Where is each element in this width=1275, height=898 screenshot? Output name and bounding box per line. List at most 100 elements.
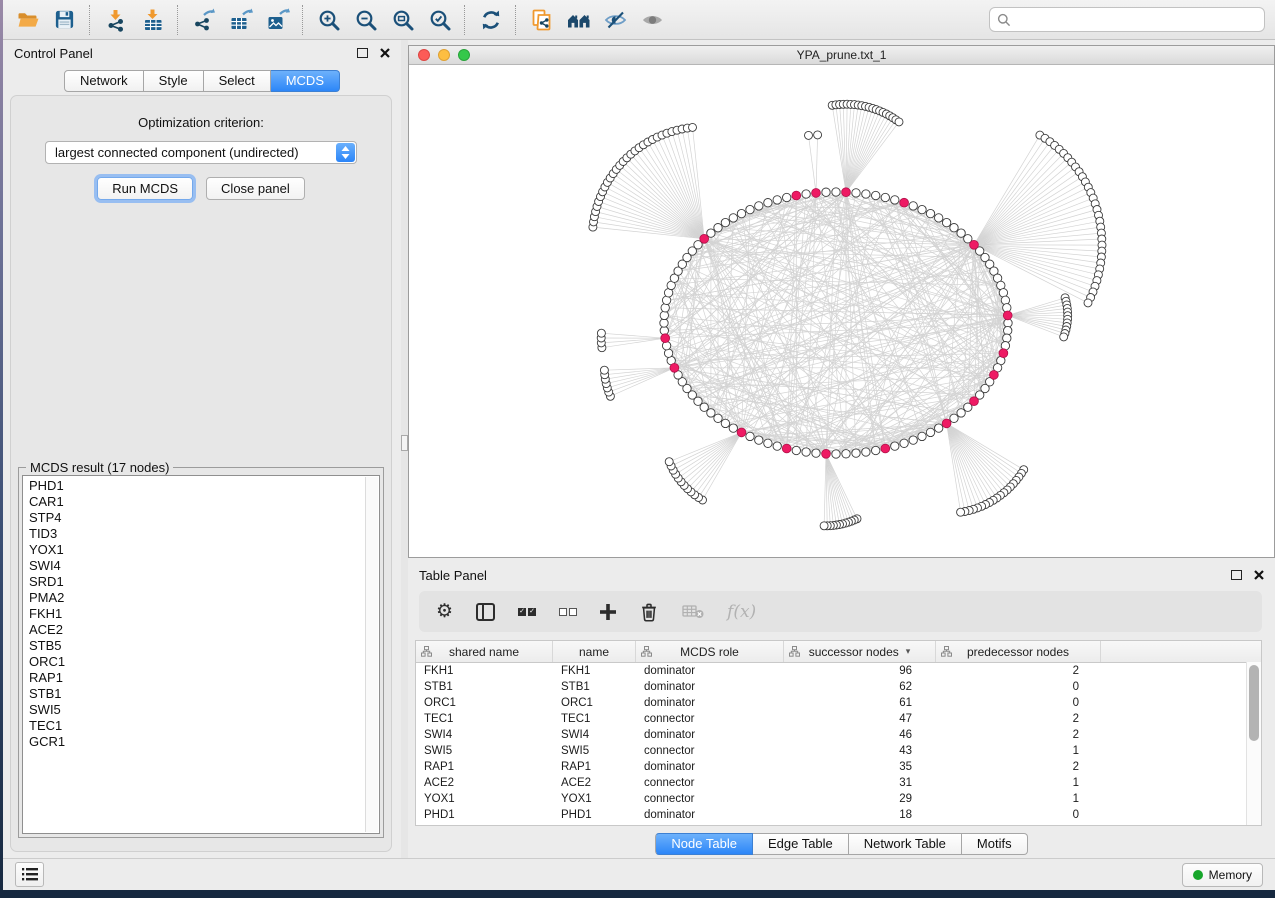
table-row[interactable]: PHD1PHD1dominator180: [416, 807, 1261, 823]
minimize-window-icon[interactable]: [438, 49, 450, 61]
network-node[interactable]: [862, 190, 870, 198]
mcds-node-item[interactable]: RAP1: [29, 670, 379, 686]
mcds-node[interactable]: [970, 240, 979, 249]
toggle-panel-icon[interactable]: [476, 603, 495, 621]
mcds-node-item[interactable]: YOX1: [29, 542, 379, 558]
mcds-node-item[interactable]: TEC1: [29, 718, 379, 734]
network-node[interactable]: [832, 188, 840, 196]
mcds-node-item[interactable]: CAR1: [29, 494, 379, 510]
column-header-successor-nodes[interactable]: successor nodes▾: [784, 641, 936, 662]
create-column-icon[interactable]: [600, 604, 616, 620]
network-node[interactable]: [729, 424, 737, 432]
network-node[interactable]: [918, 205, 926, 213]
save-session-icon[interactable]: [46, 3, 83, 37]
tab-network-table[interactable]: Network Table: [849, 833, 962, 855]
import-network-icon[interactable]: [97, 3, 134, 37]
table-scrollbar[interactable]: [1246, 662, 1261, 825]
tab-mcds[interactable]: MCDS: [271, 70, 340, 92]
mcds-node-item[interactable]: ORC1: [29, 654, 379, 670]
mcds-node-item[interactable]: PMA2: [29, 590, 379, 606]
mcds-node[interactable]: [900, 198, 909, 207]
column-header-MCDS-role[interactable]: MCDS role: [636, 641, 784, 662]
mcds-node[interactable]: [999, 349, 1008, 358]
automation-panel-button[interactable]: [15, 862, 44, 887]
network-node[interactable]: [1003, 334, 1011, 342]
mcds-node[interactable]: [700, 234, 709, 243]
zoom-in-icon[interactable]: [310, 3, 347, 37]
network-node[interactable]: [773, 442, 781, 450]
new-network-from-selection-icon[interactable]: [523, 3, 560, 37]
network-node[interactable]: [812, 449, 820, 457]
network-leaf-node[interactable]: [820, 522, 828, 530]
tab-motifs[interactable]: Motifs: [962, 833, 1028, 855]
network-node[interactable]: [1004, 326, 1012, 334]
first-neighbors-icon[interactable]: [560, 3, 597, 37]
mcds-result-list[interactable]: PHD1CAR1STP4TID3YOX1SWI4SRD1PMA2FKH1ACE2…: [22, 475, 380, 834]
export-table-icon[interactable]: [222, 3, 259, 37]
mcds-node-item[interactable]: STB5: [29, 638, 379, 654]
table-row[interactable]: SWI5SWI5connector431: [416, 743, 1261, 759]
close-panel-icon[interactable]: [1254, 570, 1264, 580]
table-row[interactable]: YOX1YOX1connector291: [416, 791, 1261, 807]
delete-table-icon[interactable]: [682, 604, 704, 620]
delete-columns-icon[interactable]: [639, 601, 659, 623]
network-node[interactable]: [852, 189, 860, 197]
close-window-icon[interactable]: [418, 49, 430, 61]
network-node[interactable]: [909, 202, 917, 210]
network-canvas[interactable]: [409, 65, 1274, 558]
show-all-icon[interactable]: [634, 3, 671, 37]
network-leaf-node[interactable]: [814, 131, 822, 139]
mcds-node-item[interactable]: SWI5: [29, 702, 379, 718]
mcds-node[interactable]: [782, 444, 791, 453]
search-input[interactable]: [1016, 12, 1257, 28]
network-node[interactable]: [832, 450, 840, 458]
mcds-node[interactable]: [942, 419, 951, 428]
network-node[interactable]: [664, 349, 672, 357]
network-node[interactable]: [802, 448, 810, 456]
network-leaf-node[interactable]: [600, 366, 608, 374]
tab-select[interactable]: Select: [204, 70, 271, 92]
mcds-node[interactable]: [737, 428, 746, 437]
float-panel-icon[interactable]: [357, 48, 368, 58]
column-header-predecessor-nodes[interactable]: predecessor nodes: [936, 641, 1101, 662]
hide-all-columns-icon[interactable]: [559, 608, 577, 616]
maximize-window-icon[interactable]: [458, 49, 470, 61]
table-row[interactable]: FKH1FKH1dominator962: [416, 663, 1261, 679]
hide-selected-icon[interactable]: [597, 3, 634, 37]
export-network-icon[interactable]: [185, 3, 222, 37]
tab-style[interactable]: Style: [144, 70, 204, 92]
close-panel-button[interactable]: Close panel: [206, 177, 305, 200]
network-node[interactable]: [755, 436, 763, 444]
mcds-node[interactable]: [661, 334, 670, 343]
network-node[interactable]: [721, 419, 729, 427]
network-node[interactable]: [926, 428, 934, 436]
network-node[interactable]: [783, 193, 791, 201]
network-node[interactable]: [714, 224, 722, 232]
tab-node-table[interactable]: Node Table: [655, 833, 753, 855]
import-table-icon[interactable]: [134, 3, 171, 37]
network-node[interactable]: [746, 432, 754, 440]
network-leaf-node[interactable]: [957, 508, 965, 516]
table-row[interactable]: RAP1RAP1dominator352: [416, 759, 1261, 775]
network-node[interactable]: [935, 214, 943, 222]
tab-network[interactable]: Network: [64, 70, 144, 92]
tab-edge-table[interactable]: Edge Table: [753, 833, 849, 855]
network-node[interactable]: [662, 296, 670, 304]
network-leaf-node[interactable]: [665, 458, 673, 466]
function-builder-icon[interactable]: f(x): [727, 602, 756, 622]
network-node[interactable]: [950, 414, 958, 422]
mcds-node-item[interactable]: FKH1: [29, 606, 379, 622]
zoom-out-icon[interactable]: [347, 3, 384, 37]
network-node[interactable]: [660, 319, 668, 327]
mcds-node-item[interactable]: STP4: [29, 510, 379, 526]
network-node[interactable]: [891, 196, 899, 204]
network-node[interactable]: [942, 218, 950, 226]
mcds-node[interactable]: [1003, 311, 1012, 320]
network-node[interactable]: [707, 409, 715, 417]
network-node[interactable]: [852, 449, 860, 457]
run-mcds-button[interactable]: Run MCDS: [97, 177, 193, 200]
network-node[interactable]: [822, 188, 830, 196]
network-node[interactable]: [999, 289, 1007, 297]
open-session-icon[interactable]: [9, 3, 46, 37]
mcds-node[interactable]: [812, 189, 821, 198]
